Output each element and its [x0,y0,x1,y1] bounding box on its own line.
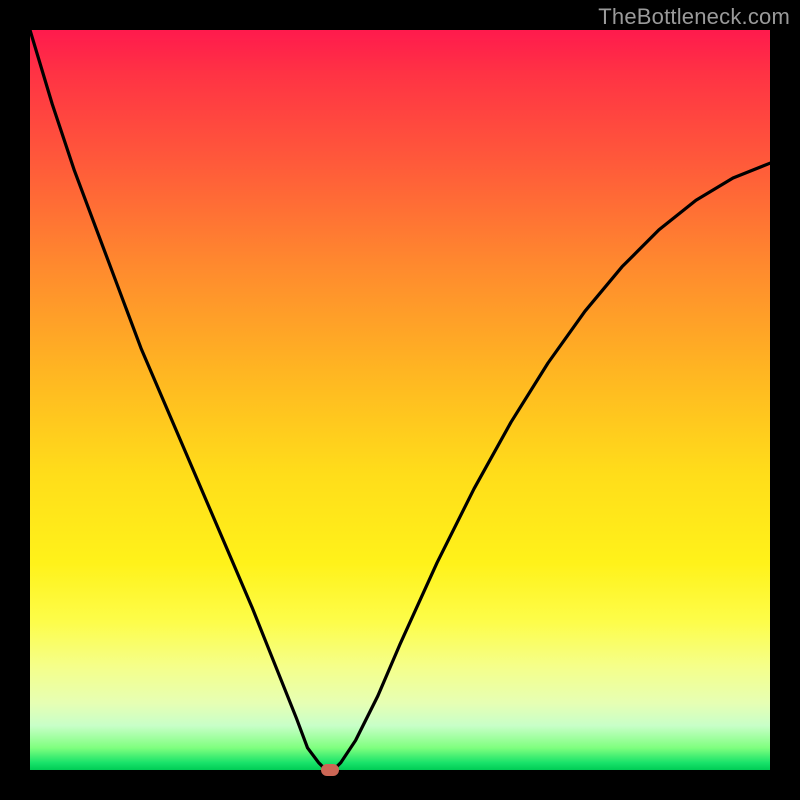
plot-area [30,30,770,770]
curve-svg [30,30,770,770]
chart-frame: TheBottleneck.com [0,0,800,800]
watermark-text: TheBottleneck.com [598,4,790,30]
bottleneck-curve [30,30,770,770]
optimal-marker [321,764,339,776]
